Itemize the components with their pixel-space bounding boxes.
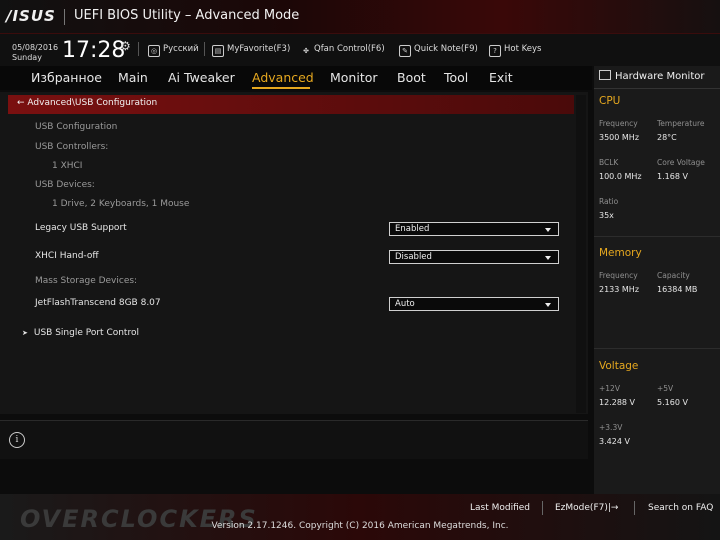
help-icon: ? bbox=[489, 45, 501, 57]
cpu-temperature-label: Temperature bbox=[657, 119, 705, 128]
legacy-usb-label: Legacy USB Support bbox=[35, 223, 127, 233]
memory-capacity-value: 16384 MB bbox=[657, 285, 698, 294]
monitor-icon bbox=[599, 70, 611, 80]
core-voltage-value: 1.168 V bbox=[657, 172, 688, 181]
v5-value: 5.160 V bbox=[657, 398, 688, 407]
note-icon: ✎ bbox=[399, 45, 411, 57]
divider bbox=[594, 88, 720, 89]
jetflash-select[interactable]: Auto bbox=[389, 297, 559, 311]
qfan-button[interactable]: ✤ Qfan Control(F6) bbox=[301, 44, 385, 56]
divider bbox=[204, 42, 205, 56]
jetflash-label: JetFlashTranscend 8GB 8.07 bbox=[35, 298, 161, 308]
day-value: Sunday bbox=[12, 53, 42, 62]
hotkeys-label: Hot Keys bbox=[504, 44, 542, 54]
usb-single-port-link[interactable]: ➤ USB Single Port Control bbox=[22, 328, 139, 338]
menu-monitor[interactable]: Monitor bbox=[330, 70, 378, 85]
globe-icon: ◎ bbox=[148, 45, 160, 57]
ezmode-button[interactable]: EzMode(F7)|→ bbox=[555, 503, 618, 513]
favorite-icon: ▤ bbox=[212, 45, 224, 57]
divider bbox=[138, 42, 139, 56]
voltage-section-title: Voltage bbox=[599, 360, 639, 372]
v5-label: +5V bbox=[657, 384, 674, 393]
menu-tool[interactable]: Tool bbox=[444, 70, 468, 85]
cpu-frequency-label: Frequency bbox=[599, 119, 638, 128]
quicknote-button[interactable]: ✎ Quick Note(F9) bbox=[399, 44, 478, 57]
chevron-right-icon: ➤ bbox=[22, 329, 28, 337]
qfan-label: Qfan Control(F6) bbox=[314, 44, 385, 54]
cpu-section-title: CPU bbox=[599, 95, 621, 107]
search-faq-button[interactable]: Search on FAQ bbox=[648, 503, 713, 513]
chevron-down-icon bbox=[545, 228, 551, 232]
xhci-handoff-value: Disabled bbox=[395, 252, 432, 262]
v12-label: +12V bbox=[599, 384, 620, 393]
memory-section-title: Memory bbox=[599, 247, 642, 259]
copyright-text: Version 2.17.1246. Copyright (C) 2016 Am… bbox=[211, 521, 509, 531]
chevron-down-icon bbox=[545, 256, 551, 260]
language-label: Русский bbox=[163, 44, 199, 54]
menu-boot[interactable]: Boot bbox=[397, 70, 426, 85]
language-button[interactable]: ◎ Русский bbox=[148, 44, 199, 57]
v33-value: 3.424 V bbox=[599, 437, 630, 446]
divider bbox=[634, 501, 635, 515]
date-value: 05/08/2016 bbox=[12, 43, 59, 52]
jetflash-value: Auto bbox=[395, 299, 415, 309]
memory-frequency-value: 2133 MHz bbox=[599, 285, 640, 294]
section-title: USB Configuration bbox=[35, 122, 118, 132]
xhci-handoff-label: XHCI Hand-off bbox=[35, 251, 99, 261]
myfavorite-button[interactable]: ▤ MyFavorite(F3) bbox=[212, 44, 290, 57]
menu-exit[interactable]: Exit bbox=[489, 70, 513, 85]
usb-devices-label: USB Devices: bbox=[35, 180, 95, 190]
divider bbox=[542, 501, 543, 515]
date-display: 05/08/2016 Sunday bbox=[12, 43, 58, 63]
mass-storage-label: Mass Storage Devices: bbox=[35, 276, 138, 286]
hotkeys-button[interactable]: ? Hot Keys bbox=[489, 44, 541, 57]
divider bbox=[594, 348, 720, 349]
memory-capacity-label: Capacity bbox=[657, 271, 690, 280]
usb-controllers-label: USB Controllers: bbox=[35, 142, 109, 152]
brand-logo: /ISUS bbox=[6, 7, 56, 25]
memory-frequency-label: Frequency bbox=[599, 271, 638, 280]
app-title: UEFI BIOS Utility – Advanced Mode bbox=[74, 8, 300, 23]
legacy-usb-select[interactable]: Enabled bbox=[389, 222, 559, 236]
usb-controllers-value: 1 XHCI bbox=[52, 161, 83, 171]
cpu-frequency-value: 3500 MHz bbox=[599, 133, 640, 142]
hardware-monitor-title: Hardware Monitor bbox=[599, 70, 704, 82]
bclk-label: BCLK bbox=[599, 158, 619, 167]
usb-single-port-label: USB Single Port Control bbox=[33, 328, 139, 338]
menu-ai-tweaker[interactable]: Ai Tweaker bbox=[168, 70, 235, 85]
v33-label: +3.3V bbox=[599, 423, 623, 432]
v12-value: 12.288 V bbox=[599, 398, 636, 407]
help-bar bbox=[0, 420, 588, 459]
myfavorite-label: MyFavorite(F3) bbox=[227, 44, 291, 54]
ratio-value: 35x bbox=[599, 211, 614, 220]
info-icon[interactable]: i bbox=[9, 432, 25, 448]
legacy-usb-value: Enabled bbox=[395, 224, 430, 234]
chevron-down-icon bbox=[545, 303, 551, 307]
menu-favorites[interactable]: Избранное bbox=[31, 70, 102, 85]
bclk-value: 100.0 MHz bbox=[599, 172, 642, 181]
xhci-handoff-select[interactable]: Disabled bbox=[389, 250, 559, 264]
breadcrumb-label: Advanced\USB Configuration bbox=[27, 98, 158, 108]
usb-devices-value: 1 Drive, 2 Keyboards, 1 Mouse bbox=[52, 199, 190, 209]
last-modified-button[interactable]: Last Modified bbox=[470, 503, 530, 513]
divider bbox=[594, 236, 720, 237]
clock[interactable]: 17:28 bbox=[62, 38, 125, 63]
hardware-monitor-label: Hardware Monitor bbox=[615, 71, 705, 82]
cpu-temperature-value: 28°C bbox=[657, 133, 677, 142]
core-voltage-label: Core Voltage bbox=[657, 158, 705, 167]
breadcrumb-text[interactable]: ← Advanced\USB Configuration bbox=[17, 98, 157, 108]
fan-icon: ✤ bbox=[303, 47, 309, 55]
scrollbar[interactable] bbox=[576, 95, 586, 413]
quicknote-label: Quick Note(F9) bbox=[414, 44, 478, 54]
ratio-label: Ratio bbox=[599, 197, 619, 206]
divider bbox=[64, 9, 65, 25]
back-arrow-icon[interactable]: ← bbox=[17, 98, 27, 108]
gear-icon[interactable]: ⚙ bbox=[120, 39, 131, 53]
active-tab-indicator bbox=[252, 87, 310, 89]
menu-advanced[interactable]: Advanced bbox=[252, 70, 314, 85]
menu-main[interactable]: Main bbox=[118, 70, 148, 85]
